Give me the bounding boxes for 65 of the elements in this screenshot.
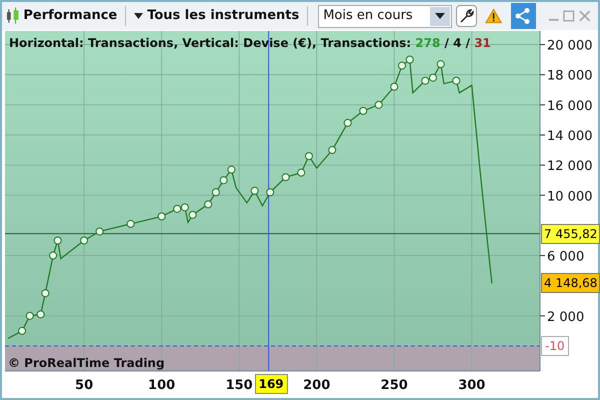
warning-icon[interactable] xyxy=(485,8,503,24)
trade-marker xyxy=(250,186,259,195)
y-axis-label: 14 000 xyxy=(547,129,592,144)
trade-marker xyxy=(374,100,383,109)
trade-marker xyxy=(188,210,197,219)
trade-marker xyxy=(436,60,445,68)
trade-marker xyxy=(406,56,414,64)
trade-marker xyxy=(204,200,212,208)
last-price-label: 4 148,68 xyxy=(541,273,600,294)
y-axis-label: 10 000 xyxy=(547,189,592,204)
trade-marker xyxy=(282,173,290,182)
x-axis-label: 300 xyxy=(458,378,486,393)
caret-icon xyxy=(435,13,446,19)
price-label: 7 455,82 xyxy=(541,224,600,244)
trade-marker xyxy=(96,227,104,236)
trade-marker xyxy=(18,326,26,335)
x-axis-label: 250 xyxy=(380,378,408,393)
x-axis-label: 150 xyxy=(226,378,253,393)
crosshair-x-label: 169 xyxy=(254,374,288,394)
caret-icon xyxy=(134,13,144,19)
trade-marker xyxy=(49,252,58,260)
close-icon[interactable] xyxy=(578,10,590,22)
trade-marker xyxy=(304,152,313,160)
candlestick-icon xyxy=(6,6,20,26)
share-icon xyxy=(514,7,532,25)
trade-marker xyxy=(227,166,236,174)
y-axis-label: 2 000 xyxy=(547,310,584,325)
trade-marker xyxy=(398,62,406,70)
trade-marker xyxy=(344,118,352,127)
trade-marker xyxy=(126,220,135,228)
copyright-text: © ProRealTime Trading xyxy=(8,355,165,372)
y-axis-label: 18 000 xyxy=(547,68,592,84)
maximize-icon[interactable] xyxy=(563,10,575,22)
y-axis-label: 12 000 xyxy=(547,159,592,174)
trade-marker xyxy=(452,76,460,85)
x-axis-label: 100 xyxy=(148,378,176,393)
x-axis-label: 50 xyxy=(75,378,94,393)
y-axis-label: 16 000 xyxy=(547,98,592,114)
trade-marker xyxy=(54,236,62,244)
trade-marker xyxy=(390,82,398,91)
period-value: Mois en cours xyxy=(323,7,413,26)
trade-marker xyxy=(297,168,306,177)
performance-button[interactable]: Performance xyxy=(23,6,118,26)
x-axis-label: 200 xyxy=(303,378,330,393)
trade-marker xyxy=(41,289,50,298)
settings-button[interactable] xyxy=(456,5,478,27)
trade-marker xyxy=(80,236,88,244)
trade-marker xyxy=(328,146,336,154)
trade-marker xyxy=(421,76,430,85)
trade-marker xyxy=(173,204,182,213)
baseline-label: -10 xyxy=(541,336,569,356)
trade-marker xyxy=(26,312,34,320)
period-dropdown[interactable]: Mois en cours xyxy=(318,4,452,28)
instruments-dropdown[interactable]: Tous les instruments xyxy=(134,6,300,26)
trade-marker xyxy=(220,176,228,184)
trade-marker xyxy=(180,203,189,212)
trade-marker xyxy=(266,188,274,196)
trade-marker xyxy=(359,106,368,115)
trade-marker xyxy=(158,212,166,220)
y-axis-label: 20 000 xyxy=(547,38,592,54)
wrench-icon xyxy=(458,8,475,24)
trade-marker xyxy=(36,310,45,318)
y-axis-label: 6 000 xyxy=(547,250,584,265)
trade-marker xyxy=(212,188,220,196)
share-button[interactable] xyxy=(510,3,536,29)
